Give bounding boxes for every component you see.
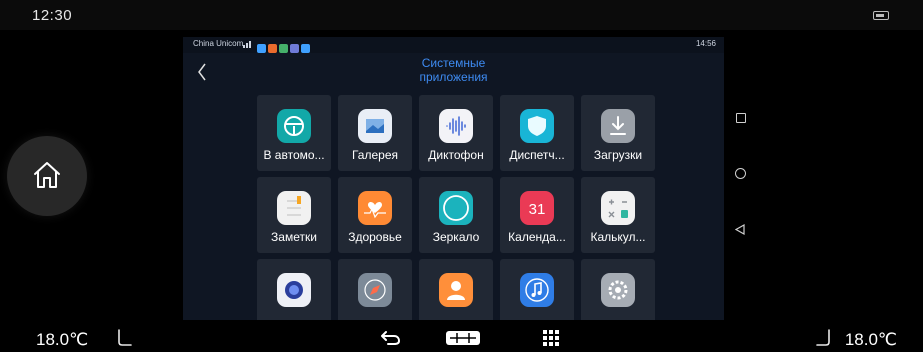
app-tile-contacts[interactable]: [419, 259, 493, 320]
seat-heater-left-icon[interactable]: [116, 328, 134, 348]
car-brand-logo-icon[interactable]: [446, 331, 480, 345]
contacts-icon: [439, 273, 473, 307]
battery-icon: [873, 11, 889, 20]
android-home-icon[interactable]: [735, 168, 746, 179]
temperature-left[interactable]: 18.0℃: [36, 330, 88, 350]
android-back-icon[interactable]: [735, 224, 745, 235]
apps-grid-icon[interactable]: [543, 330, 559, 346]
app-tile-music[interactable]: [500, 259, 574, 320]
download-icon: [601, 109, 635, 143]
seat-heater-right-icon[interactable]: [814, 328, 832, 348]
phone-clock: 14:56: [695, 39, 716, 48]
app-tile-gallery[interactable]: Галерея: [338, 95, 412, 171]
svg-text:31: 31: [529, 201, 546, 218]
app-tile-camera[interactable]: [257, 259, 331, 320]
app-tile-recorder[interactable]: Диктофон: [419, 95, 493, 171]
app-tile-manager[interactable]: Диспетч...: [500, 95, 574, 171]
return-icon[interactable]: [380, 330, 402, 346]
app-tile-settings[interactable]: [581, 259, 655, 320]
notification-icon: [257, 44, 266, 53]
phone-header: Системные приложения: [183, 53, 724, 93]
app-tile-car[interactable]: В автомо...: [257, 95, 331, 171]
notification-icon: [290, 44, 299, 53]
app-label: Здоровье: [348, 230, 402, 244]
app-tile-health[interactable]: Здоровье: [338, 177, 412, 253]
app-label: Диспетч...: [509, 148, 565, 162]
carrier-label: China Unicom: [193, 39, 244, 48]
app-tile-compass[interactable]: [338, 259, 412, 320]
shield-icon: [520, 109, 554, 143]
bottom-bar: 18.0℃ 18.0℃: [0, 322, 923, 352]
home-button[interactable]: [7, 136, 87, 216]
page-title-line2: приложения: [419, 70, 488, 84]
app-label: Загрузки: [593, 148, 643, 162]
signal-icon: [243, 41, 251, 48]
notification-icon: [279, 44, 288, 53]
app-tile-mirror[interactable]: Зеркало: [419, 177, 493, 253]
app-label: Галерея: [351, 148, 399, 162]
temperature-right[interactable]: 18.0℃: [845, 330, 897, 350]
app-tile-notes[interactable]: Заметки: [257, 177, 331, 253]
calculator-icon: [601, 191, 635, 225]
steering-wheel-icon: [277, 109, 311, 143]
app-label: Календа...: [508, 230, 566, 244]
app-label: Диктофон: [428, 148, 484, 162]
car-clock: 12:30: [32, 7, 73, 24]
app-label: В автомо...: [263, 148, 325, 162]
app-tile-calendar[interactable]: 31 Календа...: [500, 177, 574, 253]
settings-icon: [601, 273, 635, 307]
recent-apps-icon[interactable]: [736, 113, 746, 123]
phone-mirror-screen[interactable]: China Unicom 14:56 Системные приложения …: [183, 37, 724, 320]
app-label: Калькул...: [590, 230, 646, 244]
notes-icon: [277, 191, 311, 225]
page-title-line1: Системные: [421, 56, 486, 70]
app-tile-downloads[interactable]: Загрузки: [581, 95, 655, 171]
car-status-bar: 12:30: [0, 0, 923, 30]
calendar-icon: 31: [520, 191, 554, 225]
phone-status-bar: China Unicom 14:56: [183, 37, 724, 53]
voice-recorder-icon: [439, 109, 473, 143]
camera-icon: [277, 273, 311, 307]
mirror-icon: [439, 191, 473, 225]
compass-icon: [358, 273, 392, 307]
app-tile-calculator[interactable]: Калькул...: [581, 177, 655, 253]
home-icon: [34, 162, 60, 188]
notification-icon: [268, 44, 277, 53]
notification-icon: [301, 44, 310, 53]
app-label: Зеркало: [432, 230, 480, 244]
app-label: Заметки: [271, 230, 317, 244]
health-icon: [358, 191, 392, 225]
music-icon: [520, 273, 554, 307]
gallery-icon: [358, 109, 392, 143]
page-title: Системные приложения: [183, 56, 724, 84]
